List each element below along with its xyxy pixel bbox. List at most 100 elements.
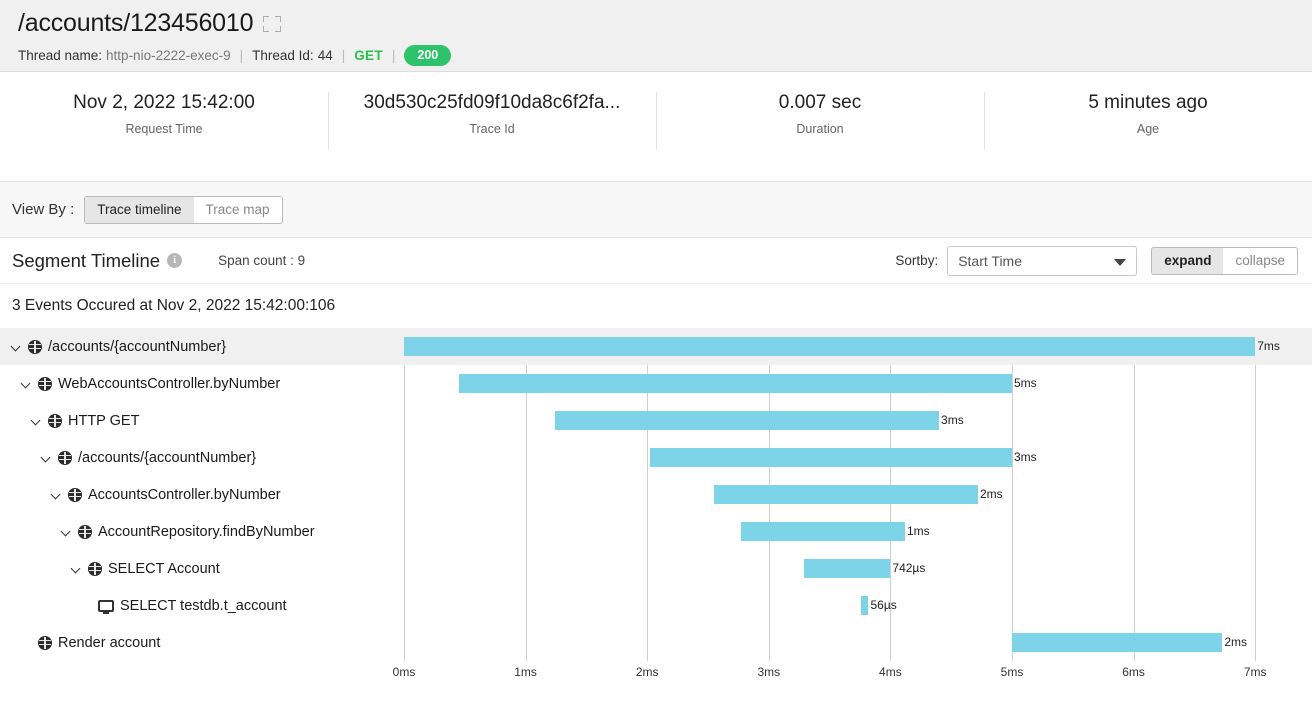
- sortby-select[interactable]: Start Time: [947, 246, 1137, 276]
- span-duration-label: 742µs: [892, 561, 925, 575]
- summary-label: Duration: [670, 122, 970, 136]
- fullscreen-expand-icon[interactable]: [263, 16, 281, 32]
- span-bar[interactable]: [404, 337, 1255, 356]
- trace-detail-page: /accounts/123456010 Thread name: http-ni…: [0, 0, 1312, 706]
- span-row[interactable]: AccountsController.byNumber 2ms: [0, 476, 1312, 513]
- meta-separator-3: |: [392, 48, 396, 63]
- chevron-placeholder: [22, 638, 32, 648]
- summary-value: 30d530c25fd09f10da8c6f2fa...: [342, 90, 642, 116]
- span-bar[interactable]: [650, 448, 1012, 467]
- chevron-down-icon[interactable]: [72, 564, 82, 574]
- chevron-down-icon: [1114, 259, 1126, 266]
- span-row-label: WebAccountsController.byNumber: [0, 376, 280, 392]
- thread-id-label: Thread Id:: [252, 48, 314, 63]
- chevron-placeholder: [82, 601, 92, 611]
- span-row[interactable]: SELECT Account 742µs: [0, 550, 1312, 587]
- summary-value: Nov 2, 2022 15:42:00: [14, 90, 314, 116]
- axis-tick-label: 3ms: [757, 665, 780, 679]
- span-bar[interactable]: [804, 559, 890, 578]
- sortby-value: Start Time: [958, 253, 1022, 269]
- globe-icon: [58, 451, 72, 465]
- axis-tick-label: 5ms: [1001, 665, 1024, 679]
- page-title: /accounts/123456010: [18, 10, 253, 38]
- span-name: AccountRepository.findByNumber: [98, 524, 315, 540]
- collapse-button[interactable]: collapse: [1223, 248, 1297, 274]
- tab-trace-timeline[interactable]: Trace timeline: [85, 197, 193, 223]
- summary-value: 5 minutes ago: [998, 90, 1298, 116]
- monitor-icon: [98, 600, 114, 612]
- span-bar[interactable]: [861, 596, 868, 615]
- span-duration-label: 3ms: [941, 413, 964, 427]
- http-method: GET: [354, 48, 383, 63]
- thread-id-value: 44: [318, 48, 333, 63]
- span-row-label: /accounts/{accountNumber}: [0, 339, 226, 355]
- span-row-label: SELECT Account: [0, 561, 220, 577]
- summary-cell-trace-id: 30d530c25fd09f10da8c6f2fa... Trace Id: [328, 90, 656, 181]
- span-duration-label: 2ms: [980, 487, 1003, 501]
- span-duration-label: 3ms: [1014, 450, 1037, 464]
- summary-cell-request-time: Nov 2, 2022 15:42:00 Request Time: [0, 90, 328, 181]
- globe-icon: [38, 377, 52, 391]
- summary-row: Nov 2, 2022 15:42:00 Request Time 30d530…: [0, 72, 1312, 182]
- span-row-label: AccountRepository.findByNumber: [0, 524, 315, 540]
- span-row[interactable]: Render account 2ms: [0, 624, 1312, 661]
- span-rows: /accounts/{accountNumber} 7ms WebAccountsC…: [0, 328, 1312, 661]
- chevron-down-icon[interactable]: [52, 490, 62, 500]
- span-bar[interactable]: [741, 522, 905, 541]
- globe-icon: [38, 636, 52, 650]
- span-name: Render account: [58, 635, 160, 651]
- span-duration-label: 56µs: [871, 598, 897, 612]
- tab-trace-map[interactable]: Trace map: [194, 197, 282, 223]
- span-bar[interactable]: [555, 411, 939, 430]
- span-name: /accounts/{accountNumber}: [48, 339, 226, 355]
- span-name: AccountsController.byNumber: [88, 487, 281, 503]
- span-row-label: HTTP GET: [0, 413, 139, 429]
- segment-timeline-panel: Segment Timeline i Span count : 9 Sortby…: [0, 238, 1312, 644]
- span-row-label: Render account: [0, 635, 160, 651]
- span-name: WebAccountsController.byNumber: [58, 376, 280, 392]
- span-row-label: SELECT testdb.t_account: [0, 598, 287, 614]
- axis-tick-label: 6ms: [1122, 665, 1145, 679]
- view-by-bar: View By : Trace timeline Trace map: [0, 182, 1312, 238]
- chevron-down-icon[interactable]: [12, 342, 22, 352]
- globe-icon: [68, 488, 82, 502]
- span-bar[interactable]: [1012, 633, 1222, 652]
- thread-name-value: http-nio-2222-exec-9: [106, 48, 231, 63]
- summary-value: 0.007 sec: [670, 90, 970, 116]
- sortby-label: Sortby:: [895, 253, 938, 268]
- status-badge: 200: [404, 45, 451, 66]
- span-row[interactable]: HTTP GET 3ms: [0, 402, 1312, 439]
- expand-collapse-group: expand collapse: [1151, 247, 1298, 275]
- span-row[interactable]: SELECT testdb.t_account 56µs: [0, 587, 1312, 624]
- expand-button[interactable]: expand: [1152, 248, 1223, 274]
- span-duration-label: 2ms: [1224, 635, 1247, 649]
- header-meta: Thread name: http-nio-2222-exec-9 | Thre…: [18, 45, 1312, 66]
- chevron-down-icon[interactable]: [22, 379, 32, 389]
- thread-name-label: Thread name:: [18, 48, 102, 63]
- span-row-label: AccountsController.byNumber: [0, 487, 281, 503]
- span-row[interactable]: AccountRepository.findByNumber1ms: [0, 513, 1312, 550]
- span-duration-label: 7ms: [1257, 339, 1280, 353]
- span-row[interactable]: /accounts/{accountNumber} 7ms: [0, 328, 1312, 365]
- summary-label: Trace Id: [342, 122, 642, 136]
- span-bar[interactable]: [459, 374, 1012, 393]
- span-row[interactable]: /accounts/{accountNumber} 3ms: [0, 439, 1312, 476]
- span-name: /accounts/{accountNumber}: [78, 450, 256, 466]
- globe-icon: [48, 414, 62, 428]
- axis-tick-label: 2ms: [636, 665, 659, 679]
- span-name: SELECT testdb.t_account: [120, 598, 287, 614]
- chevron-down-icon[interactable]: [42, 453, 52, 463]
- span-name: SELECT Account: [108, 561, 220, 577]
- view-by-label: View By :: [12, 201, 74, 218]
- info-icon[interactable]: i: [167, 253, 182, 268]
- span-count-label: Span count : 9: [218, 253, 305, 268]
- globe-icon: [28, 340, 42, 354]
- chevron-down-icon[interactable]: [62, 527, 72, 537]
- time-axis: 0ms1ms2ms3ms4ms5ms6ms7ms: [0, 661, 1312, 687]
- span-bar[interactable]: [714, 485, 978, 504]
- chevron-down-icon[interactable]: [32, 416, 42, 426]
- segment-timeline-toolbar: Segment Timeline i Span count : 9 Sortby…: [0, 238, 1312, 284]
- meta-separator-1: |: [240, 48, 244, 63]
- span-row[interactable]: WebAccountsController.byNumber5ms: [0, 365, 1312, 402]
- summary-label: Age: [998, 122, 1298, 136]
